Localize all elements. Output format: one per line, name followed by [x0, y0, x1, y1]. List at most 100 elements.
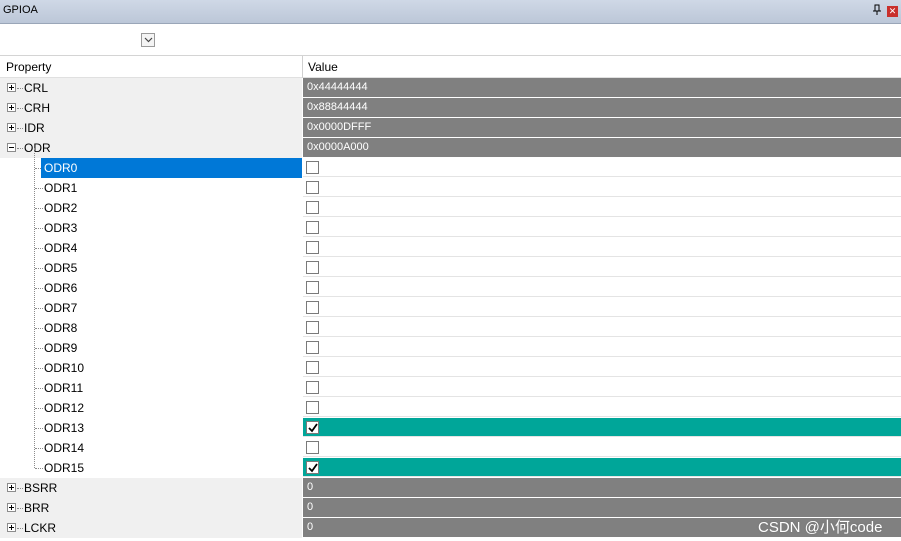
bit-value-cell[interactable]	[303, 258, 901, 277]
column-splitter[interactable]	[302, 56, 303, 78]
expand-icon[interactable]	[7, 123, 16, 132]
bit-checkbox[interactable]	[306, 401, 319, 414]
register-value-cell[interactable]: 0x0000DFFF	[303, 118, 901, 137]
bit-checkbox[interactable]	[306, 421, 319, 434]
pin-icon[interactable]	[871, 4, 883, 18]
bit-checkbox[interactable]	[306, 221, 319, 234]
odr-bit-row[interactable]: ODR15	[0, 458, 901, 478]
bit-checkbox[interactable]	[306, 241, 319, 254]
bit-property-cell[interactable]: ODR12	[0, 398, 302, 418]
bit-property-cell[interactable]: ODR14	[0, 438, 302, 458]
odr-bit-row[interactable]: ODR6	[0, 278, 901, 298]
bit-property-cell[interactable]: ODR11	[0, 378, 302, 398]
bit-property-cell[interactable]: ODR2	[0, 198, 302, 218]
expand-icon[interactable]	[7, 83, 16, 92]
bit-value-cell[interactable]	[303, 238, 901, 257]
register-property-cell[interactable]: ODR	[0, 138, 302, 158]
odr-bit-row[interactable]: ODR12	[0, 398, 901, 418]
register-property-cell[interactable]: CRH	[0, 98, 302, 118]
odr-bit-row[interactable]: ODR9	[0, 338, 901, 358]
register-value-cell[interactable]: 0	[303, 498, 901, 517]
bit-property-cell[interactable]: ODR0	[0, 158, 302, 178]
bit-value-cell[interactable]	[303, 198, 901, 217]
bit-property-cell[interactable]: ODR15	[0, 458, 302, 478]
bit-property-cell[interactable]: ODR6	[0, 278, 302, 298]
odr-bit-row[interactable]: ODR1	[0, 178, 901, 198]
odr-bit-row[interactable]: ODR8	[0, 318, 901, 338]
bit-checkbox[interactable]	[306, 441, 319, 454]
bit-value-cell[interactable]	[303, 398, 901, 417]
expand-icon[interactable]	[7, 523, 16, 532]
property-column-header[interactable]: Property	[6, 60, 51, 74]
expand-icon[interactable]	[7, 483, 16, 492]
bit-value-cell[interactable]	[303, 458, 901, 477]
bit-checkbox[interactable]	[306, 461, 319, 474]
bit-value-cell[interactable]	[303, 278, 901, 297]
register-value: 0	[307, 481, 314, 493]
bit-property-cell[interactable]: ODR3	[0, 218, 302, 238]
expand-icon[interactable]	[7, 503, 16, 512]
odr-bit-row[interactable]: ODR14	[0, 438, 901, 458]
odr-bit-row[interactable]: ODR2	[0, 198, 901, 218]
bit-checkbox[interactable]	[306, 341, 319, 354]
close-icon[interactable]: ✕	[887, 6, 898, 17]
bit-checkbox[interactable]	[306, 301, 319, 314]
expand-icon[interactable]	[7, 103, 16, 112]
bit-value-cell[interactable]	[303, 358, 901, 377]
bit-value-cell[interactable]	[303, 378, 901, 397]
chevron-down-icon[interactable]	[141, 33, 155, 47]
bit-name: ODR7	[44, 301, 78, 315]
odr-bit-row[interactable]: ODR5	[0, 258, 901, 278]
bit-property-cell[interactable]: ODR5	[0, 258, 302, 278]
bit-value-cell[interactable]	[303, 418, 901, 437]
bit-value-cell[interactable]	[303, 178, 901, 197]
bit-checkbox[interactable]	[306, 381, 319, 394]
register-value-cell[interactable]: 0x0000A000	[303, 138, 901, 157]
bit-value-cell[interactable]	[303, 218, 901, 237]
bit-property-cell[interactable]: ODR7	[0, 298, 302, 318]
odr-bit-row[interactable]: ODR13	[0, 418, 901, 438]
collapse-icon[interactable]	[7, 143, 16, 152]
bit-value-cell[interactable]	[303, 438, 901, 457]
register-property-cell[interactable]: BSRR	[0, 478, 302, 498]
filter-combobox[interactable]	[2, 29, 157, 51]
register-property-cell[interactable]: IDR	[0, 118, 302, 138]
register-row[interactable]: ODR 0x0000A000	[0, 138, 901, 158]
tree-connector	[35, 268, 43, 269]
odr-bit-row[interactable]: ODR0	[0, 158, 901, 178]
bit-property-cell[interactable]: ODR8	[0, 318, 302, 338]
register-row[interactable]: CRH 0x88844444	[0, 98, 901, 118]
register-value-cell[interactable]: 0x44444444	[303, 78, 901, 97]
bit-value-cell[interactable]	[303, 318, 901, 337]
register-row[interactable]: BRR 0	[0, 498, 901, 518]
register-value-cell[interactable]: 0x88844444	[303, 98, 901, 117]
bit-value-cell[interactable]	[303, 338, 901, 357]
odr-bit-row[interactable]: ODR3	[0, 218, 901, 238]
register-property-cell[interactable]: LCKR	[0, 518, 302, 538]
bit-checkbox[interactable]	[306, 161, 319, 174]
register-row[interactable]: BSRR 0	[0, 478, 901, 498]
register-row[interactable]: CRL 0x44444444	[0, 78, 901, 98]
bit-checkbox[interactable]	[306, 321, 319, 334]
bit-property-cell[interactable]: ODR9	[0, 338, 302, 358]
bit-property-cell[interactable]: ODR10	[0, 358, 302, 378]
bit-property-cell[interactable]: ODR4	[0, 238, 302, 258]
bit-checkbox[interactable]	[306, 361, 319, 374]
bit-property-cell[interactable]: ODR1	[0, 178, 302, 198]
value-column-header[interactable]: Value	[308, 60, 338, 74]
bit-checkbox[interactable]	[306, 181, 319, 194]
register-property-cell[interactable]: CRL	[0, 78, 302, 98]
odr-bit-row[interactable]: ODR10	[0, 358, 901, 378]
bit-checkbox[interactable]	[306, 201, 319, 214]
bit-value-cell[interactable]	[303, 298, 901, 317]
odr-bit-row[interactable]: ODR7	[0, 298, 901, 318]
bit-checkbox[interactable]	[306, 261, 319, 274]
bit-checkbox[interactable]	[306, 281, 319, 294]
register-row[interactable]: IDR 0x0000DFFF	[0, 118, 901, 138]
bit-property-cell[interactable]: ODR13	[0, 418, 302, 438]
bit-value-cell[interactable]	[303, 158, 901, 177]
register-property-cell[interactable]: BRR	[0, 498, 302, 518]
odr-bit-row[interactable]: ODR4	[0, 238, 901, 258]
register-value-cell[interactable]: 0	[303, 478, 901, 497]
odr-bit-row[interactable]: ODR11	[0, 378, 901, 398]
